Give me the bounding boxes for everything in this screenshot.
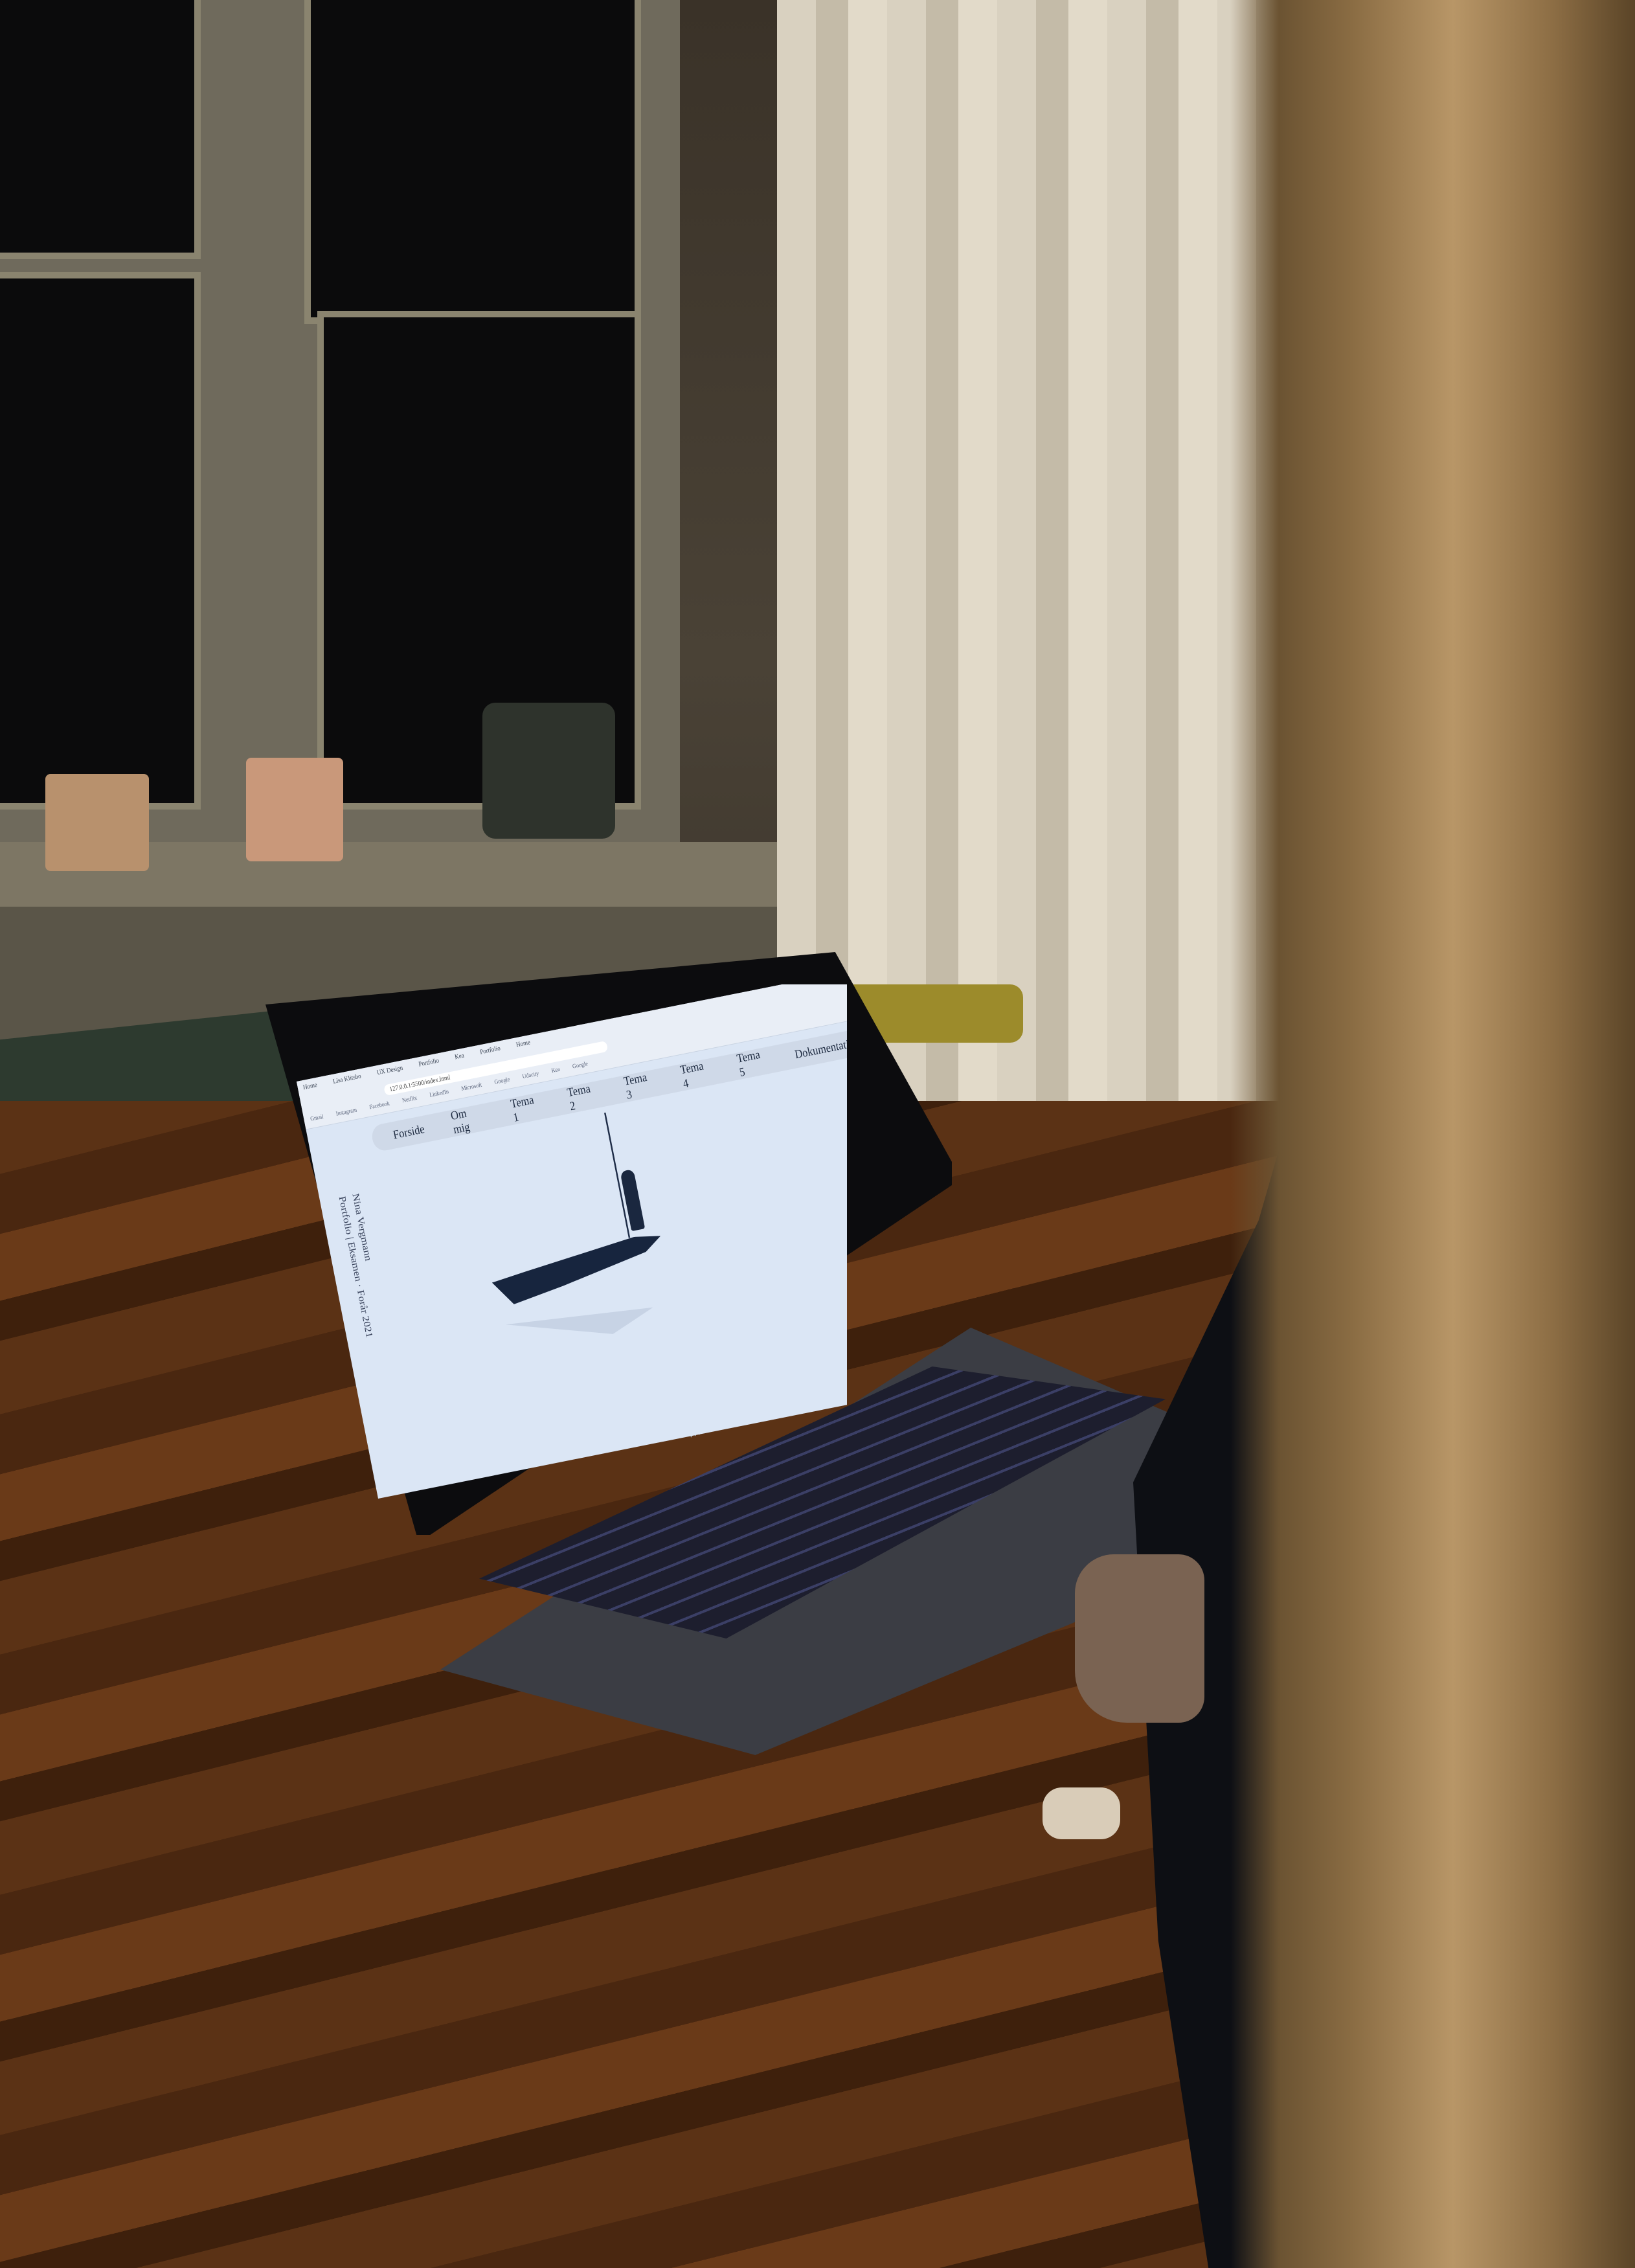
bookmark[interactable]: Kea bbox=[551, 1066, 561, 1074]
site-title: Nina Vergmann Portfolio | Eksamen · Forå… bbox=[335, 1192, 390, 1339]
standing-figure bbox=[620, 1168, 646, 1232]
bookmark[interactable]: Google bbox=[494, 1076, 511, 1086]
bookmark[interactable]: Google bbox=[572, 1061, 589, 1071]
window-pane bbox=[0, 272, 201, 810]
nav-item-tema-1[interactable]: Tema 1 bbox=[510, 1092, 543, 1125]
bookmark[interactable]: LinkedIn bbox=[429, 1089, 449, 1099]
window-pane bbox=[304, 0, 641, 324]
nav-item-tema-5[interactable]: Tema 5 bbox=[736, 1047, 769, 1080]
nav-item-om-mig[interactable]: Om mig bbox=[449, 1104, 487, 1137]
nav-item-forside[interactable]: Forside bbox=[392, 1122, 425, 1142]
browser-tab[interactable]: Home bbox=[515, 1039, 531, 1049]
browser-tab[interactable]: Lisa Klitsbo bbox=[332, 1072, 361, 1085]
browser-tab[interactable]: UX Design bbox=[376, 1064, 403, 1076]
plant-pot bbox=[482, 703, 615, 839]
nav-item-tema-3[interactable]: Tema 3 bbox=[623, 1069, 657, 1102]
browser-tab[interactable]: Kea bbox=[454, 1052, 464, 1061]
cup bbox=[1043, 1787, 1120, 1839]
browser-tab[interactable]: Portfolio bbox=[418, 1057, 440, 1068]
nav-item-dokumentation[interactable]: Dokumentation bbox=[794, 1035, 847, 1061]
bookmark[interactable]: Udacity bbox=[522, 1071, 539, 1080]
webpage: Home Lisa Klitsbo UX Design Portfolio Ke… bbox=[297, 984, 847, 1499]
nav-item-tema-4[interactable]: Tema 4 bbox=[679, 1058, 713, 1091]
salt-lamp bbox=[246, 758, 343, 861]
salt-lamp bbox=[45, 774, 149, 871]
browser-tab[interactable]: Home bbox=[302, 1082, 318, 1091]
bookmark[interactable]: Facebook bbox=[369, 1100, 390, 1111]
bookmark[interactable]: Microsoft bbox=[461, 1082, 483, 1092]
browser-tab[interactable]: Portfolio bbox=[479, 1045, 501, 1056]
boat-reflection bbox=[506, 1295, 657, 1354]
laptop-screen: Home Lisa Klitsbo UX Design Portfolio Ke… bbox=[297, 984, 847, 1509]
window-pane bbox=[0, 0, 201, 259]
person-hand bbox=[1075, 1554, 1204, 1723]
nav-item-tema-2[interactable]: Tema 2 bbox=[566, 1081, 600, 1114]
bookmark[interactable]: Instagram bbox=[335, 1107, 357, 1118]
bookmark[interactable]: Netflix bbox=[401, 1094, 418, 1104]
bookmark[interactable]: Gmail bbox=[310, 1113, 324, 1122]
person-hair bbox=[1230, 0, 1635, 2268]
boat-silhouette bbox=[489, 1232, 668, 1308]
